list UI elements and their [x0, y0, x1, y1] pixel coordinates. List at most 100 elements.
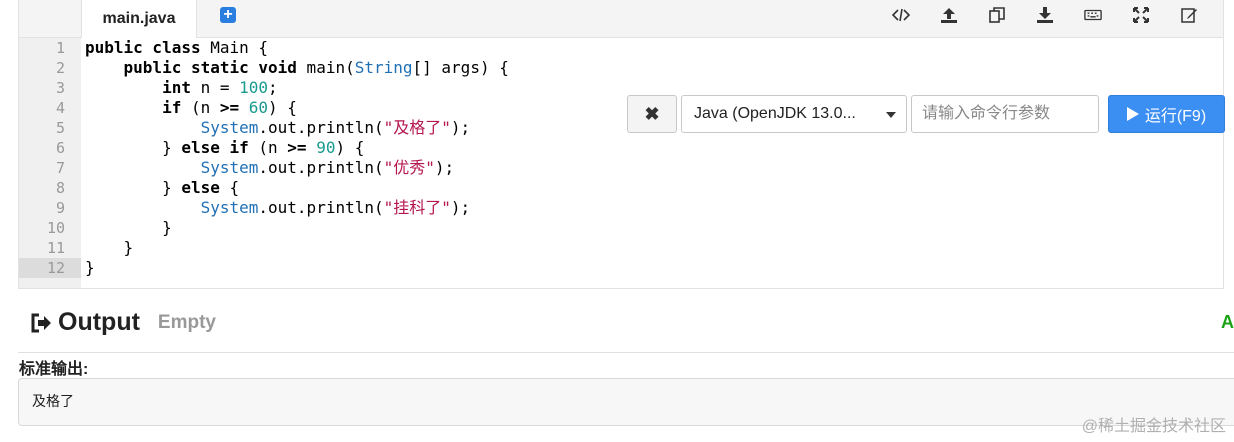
code-text: System.out.println("优秀");: [85, 158, 455, 178]
add-tab-button[interactable]: +: [220, 7, 236, 23]
code-token: 100: [239, 78, 269, 97]
line-number: 2: [55, 59, 65, 77]
code-token: );: [434, 158, 455, 177]
code-line[interactable]: 9 System.out.println("挂科了");: [19, 198, 1169, 218]
code-text: }: [85, 238, 134, 258]
code-token: ) {: [335, 138, 365, 157]
code-token: System: [200, 198, 259, 217]
copy-icon[interactable]: [973, 0, 1021, 30]
code-token: .out.println(: [258, 118, 384, 137]
code-token: "及格了": [383, 118, 451, 137]
code-text: } else {: [85, 178, 239, 198]
code-token: else if: [181, 138, 249, 157]
code-token: 90: [316, 138, 336, 157]
code-token: );: [450, 118, 471, 137]
tab-label: main.java: [102, 10, 176, 27]
code-token: }: [85, 218, 172, 237]
code-text: System.out.println("挂科了");: [85, 198, 471, 218]
stdout-box: 及格了: [18, 378, 1234, 426]
code-token: System: [200, 158, 259, 177]
code-line[interactable]: 8 } else {: [19, 178, 1169, 198]
code-token: }: [85, 138, 182, 157]
line-number: 9: [55, 199, 65, 217]
code-text: public static void main(String[] args) {: [85, 58, 509, 78]
clear-button[interactable]: ✖: [627, 95, 677, 133]
language-select[interactable]: Java (OpenJDK 13.0...: [681, 95, 907, 133]
code-text: System.out.println("及格了");: [85, 118, 471, 138]
code-token: Main {: [200, 38, 269, 57]
close-icon: ✖: [644, 103, 660, 124]
code-line[interactable]: 1 public class Main {: [19, 38, 1169, 58]
keyboard-icon[interactable]: [1069, 0, 1117, 30]
code-token: (n: [181, 98, 220, 117]
stdout-label: 标准输出:: [19, 361, 89, 378]
language-value: Java (OpenJDK 13.0...: [694, 105, 856, 122]
code-token: >=: [219, 98, 240, 117]
code-text: }: [85, 218, 172, 238]
code-token: if: [162, 98, 182, 117]
code-line[interactable]: 12}: [19, 258, 1169, 278]
output-divider: [18, 352, 1234, 353]
line-number: 8: [55, 179, 65, 197]
tab-main-java[interactable]: main.java: [81, 0, 197, 38]
line-number: 12: [46, 259, 65, 277]
output-header: Output Empty: [30, 308, 216, 337]
code-token: "挂科了": [383, 198, 451, 217]
code-token: );: [450, 198, 471, 217]
line-number: 11: [46, 239, 65, 257]
line-number: 1: [55, 39, 65, 57]
code-token: else: [181, 178, 220, 197]
code-token: }: [85, 238, 134, 257]
code-line[interactable]: 11 }: [19, 238, 1169, 258]
code-text: } else if (n >= 90) {: [85, 138, 364, 158]
output-title: Output: [58, 308, 140, 336]
code-token: public class: [85, 38, 201, 57]
code-token: >=: [287, 138, 307, 157]
line-number: 7: [55, 159, 65, 177]
code-token: n =: [190, 78, 240, 97]
line-number: 3: [55, 79, 65, 97]
code-line[interactable]: 6 } else if (n >= 90) {: [19, 138, 1169, 158]
line-number: 5: [55, 119, 65, 137]
code-token: .out.println(: [258, 198, 384, 217]
play-icon: [1126, 107, 1139, 121]
code-editor[interactable]: 1 public class Main {2 public static void…: [18, 38, 1225, 289]
code-text: }: [85, 258, 95, 278]
line-number: 6: [55, 139, 65, 157]
code-line[interactable]: 10 }: [19, 218, 1169, 238]
code-token: [] args) {: [412, 58, 509, 77]
code-token: .out.println(: [258, 158, 384, 177]
code-line[interactable]: 2 public static void main(String[] args)…: [19, 58, 1169, 78]
stdout-text: 及格了: [32, 394, 74, 410]
args-input[interactable]: [911, 95, 1099, 133]
watermark: @稀土掘金技术社区: [1081, 418, 1226, 435]
run-button[interactable]: 运行(F9): [1108, 95, 1225, 133]
code-token: }: [85, 258, 95, 277]
edit-icon[interactable]: [1165, 0, 1213, 30]
download-icon[interactable]: [1021, 0, 1069, 30]
code-token: public static void: [123, 58, 297, 77]
code-token: }: [85, 178, 182, 197]
output-accent-text: A: [1221, 312, 1234, 332]
output-status: Empty: [157, 311, 216, 333]
code-token: ;: [268, 78, 278, 97]
code-token: (n: [248, 138, 288, 157]
sign-out-icon: [31, 313, 51, 332]
caret-down-icon: [886, 112, 896, 118]
fullscreen-icon[interactable]: [1117, 0, 1165, 30]
upload-icon[interactable]: [925, 0, 973, 30]
code-icon[interactable]: [877, 0, 925, 30]
line-number: 4: [55, 99, 65, 117]
tab-bar: main.java +: [18, 0, 1224, 38]
code-token: "优秀": [383, 158, 435, 177]
code-token: int: [162, 78, 191, 97]
run-label: 运行(F9): [1144, 108, 1207, 125]
code-line[interactable]: 7 System.out.println("优秀");: [19, 158, 1169, 178]
